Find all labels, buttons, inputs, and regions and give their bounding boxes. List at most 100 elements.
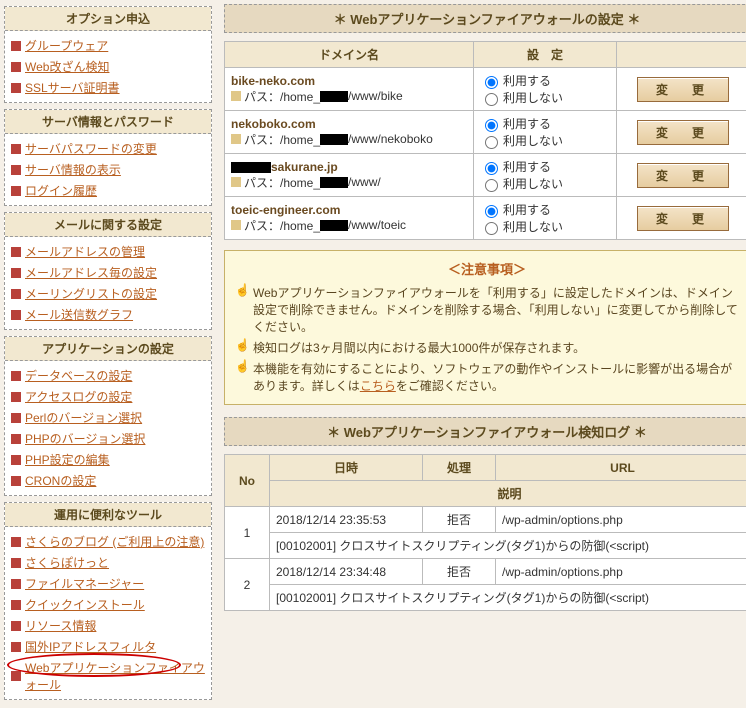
sidebar-item[interactable]: ログイン履歴 (11, 180, 205, 201)
change-button[interactable]: 変 更 (637, 120, 729, 145)
sidebar-link[interactable]: ログイン履歴 (25, 182, 97, 199)
sidebar-item[interactable]: メールアドレスの管理 (11, 241, 205, 262)
log-row: 22018/12/14 23:34:48拒否/wp-admin/options.… (225, 559, 746, 585)
sidebar-item[interactable]: さくらのブログ (ご利用上の注意) (11, 531, 205, 552)
path-icon (231, 220, 241, 230)
sidebar-panel-title: アプリケーションの設定 (5, 337, 211, 361)
sidebar-link[interactable]: Web改ざん検知 (25, 58, 109, 75)
change-button[interactable]: 変 更 (637, 206, 729, 231)
waf-table: ドメイン名 設 定 bike-neko.comパス：/home_/www/bik… (224, 41, 746, 240)
domain-path: パス：/home_/www/nekoboko (231, 131, 467, 148)
bullet-icon (11, 642, 21, 652)
log-action: 拒否 (423, 507, 496, 533)
sidebar-link[interactable]: Perlのバージョン選択 (25, 409, 142, 426)
sidebar-item[interactable]: Webアプリケーションファイアウォール (11, 657, 205, 695)
sidebar-link[interactable]: クイックインストール (25, 596, 145, 613)
domain-path: パス：/home_/www/bike (231, 88, 467, 105)
sidebar-panel: アプリケーションの設定データベースの設定アクセスログの設定 Perlのバージョン選… (4, 336, 212, 496)
use-radio[interactable] (485, 205, 498, 218)
sidebar-panel-title: オプション申込 (5, 7, 211, 31)
sidebar-panel: メールに関する設定メールアドレスの管理メールアドレス毎の設定メーリングリストの設… (4, 212, 212, 330)
sidebar-link[interactable]: ファイルマネージャー (25, 575, 144, 592)
sidebar-item[interactable]: メールアドレス毎の設定 (11, 262, 205, 283)
notice-link[interactable]: こちら (360, 379, 396, 393)
sidebar-item[interactable]: CRONの設定 (11, 470, 205, 491)
log-no: 1 (225, 507, 270, 559)
sidebar-link[interactable]: PHP設定の編集 (25, 451, 110, 468)
path-icon (231, 134, 241, 144)
sidebar-panel-title: 運用に便利なツール (5, 503, 211, 527)
waf-row: bike-neko.comパス：/home_/www/bike利用する利用しない… (225, 68, 746, 111)
notice-title: ＜注意事項＞ (235, 259, 739, 278)
waf-section-title: ＊ Webアプリケーションファイアウォールの設定 ＊ (224, 4, 746, 33)
sidebar-link[interactable]: メールアドレス毎の設定 (25, 264, 157, 281)
notuse-radio[interactable] (485, 93, 498, 106)
sidebar-link[interactable]: グループウェア (25, 37, 108, 54)
sidebar-panel: オプション申込グループウェア Web改ざん検知 SSLサーバ証明書 (4, 6, 212, 103)
use-radio[interactable] (485, 76, 498, 89)
bullet-icon (11, 371, 21, 381)
sidebar-item[interactable]: メーリングリストの設定 (11, 283, 205, 304)
use-radio[interactable] (485, 119, 498, 132)
log-section-title: ＊ Webアプリケーションファイアウォール検知ログ ＊ (224, 417, 746, 446)
notuse-radio[interactable] (485, 136, 498, 149)
radio-label: 利用しない (503, 175, 563, 192)
log-col-dt: 日時 (270, 455, 423, 481)
sidebar-link[interactable]: メール送信数グラフ (25, 306, 133, 323)
sidebar-item[interactable]: データベースの設定 (11, 365, 205, 386)
sidebar-link[interactable]: アクセスログの設定 (25, 388, 132, 405)
sidebar-item[interactable]: Perlのバージョン選択 (11, 407, 205, 428)
notuse-radio[interactable] (485, 179, 498, 192)
radio-label: 利用しない (503, 132, 563, 149)
change-button[interactable]: 変 更 (637, 77, 729, 102)
bullet-icon (11, 671, 21, 681)
sidebar-link[interactable]: Webアプリケーションファイアウォール (25, 659, 205, 693)
sidebar-item[interactable]: Web改ざん検知 (11, 56, 205, 77)
sidebar-item[interactable]: PHPのバージョン選択 (11, 428, 205, 449)
sidebar-item[interactable]: リソース情報 (11, 615, 205, 636)
domain-path: パス：/home_/www/ (231, 174, 467, 191)
log-col-action: 処理 (423, 455, 496, 481)
waf-row: nekoboko.comパス：/home_/www/nekoboko利用する利用… (225, 111, 746, 154)
sidebar-item[interactable]: メール送信数グラフ (11, 304, 205, 325)
sidebar-link[interactable]: サーバパスワードの変更 (25, 140, 157, 157)
notuse-radio[interactable] (485, 222, 498, 235)
log-desc: [00102001] クロスサイトスクリプティング(タグ1)からの防御(<scr… (270, 533, 746, 559)
log-col-no: No (225, 455, 270, 507)
sidebar-link[interactable]: メーリングリストの設定 (25, 285, 157, 302)
sidebar-item[interactable]: クイックインストール (11, 594, 205, 615)
use-radio[interactable] (485, 162, 498, 175)
sidebar-item[interactable]: サーバ情報の表示 (11, 159, 205, 180)
sidebar-link[interactable]: PHPのバージョン選択 (25, 430, 145, 447)
sidebar-panel-title: メールに関する設定 (5, 213, 211, 237)
sidebar-item[interactable]: サーバパスワードの変更 (11, 138, 205, 159)
notice-box: ＜注意事項＞ Webアプリケーションファイアウォールを「利用する」に設定したドメ… (224, 250, 746, 405)
bullet-icon (11, 41, 21, 51)
radio-label: 利用する (503, 158, 551, 175)
sidebar-link[interactable]: 国外IPアドレスフィルタ (25, 638, 156, 655)
main: ＊ Webアプリケーションファイアウォールの設定 ＊ ドメイン名 設 定 bik… (224, 0, 746, 700)
sidebar-item[interactable]: 国外IPアドレスフィルタ (11, 636, 205, 657)
waf-col-action (617, 42, 746, 68)
sidebar-item[interactable]: SSLサーバ証明書 (11, 77, 205, 98)
sidebar-link[interactable]: SSLサーバ証明書 (25, 79, 120, 96)
log-url: /wp-admin/options.php (496, 559, 746, 585)
radio-label: 利用しない (503, 218, 563, 235)
change-button[interactable]: 変 更 (637, 163, 729, 188)
sidebar-link[interactable]: データベースの設定 (25, 367, 132, 384)
sidebar-link[interactable]: リソース情報 (25, 617, 96, 634)
sidebar-link[interactable]: サーバ情報の表示 (25, 161, 121, 178)
sidebar-link[interactable]: CRONの設定 (25, 472, 96, 489)
bullet-icon (11, 186, 21, 196)
radio-label: 利用する (503, 201, 551, 218)
sidebar-item[interactable]: グループウェア (11, 35, 205, 56)
sidebar-link[interactable]: さくらぽけっと (25, 554, 109, 571)
sidebar-item[interactable]: PHP設定の編集 (11, 449, 205, 470)
sidebar-item[interactable]: ファイルマネージャー (11, 573, 205, 594)
sidebar-link[interactable]: メールアドレスの管理 (25, 243, 145, 260)
waf-row: sakurane.jpパス：/home_/www/利用する利用しない変 更 (225, 154, 746, 197)
sidebar-item[interactable]: アクセスログの設定 (11, 386, 205, 407)
sidebar-item[interactable]: さくらぽけっと (11, 552, 205, 573)
sidebar-link[interactable]: さくらのブログ (ご利用上の注意) (25, 533, 204, 550)
log-no: 2 (225, 559, 270, 611)
